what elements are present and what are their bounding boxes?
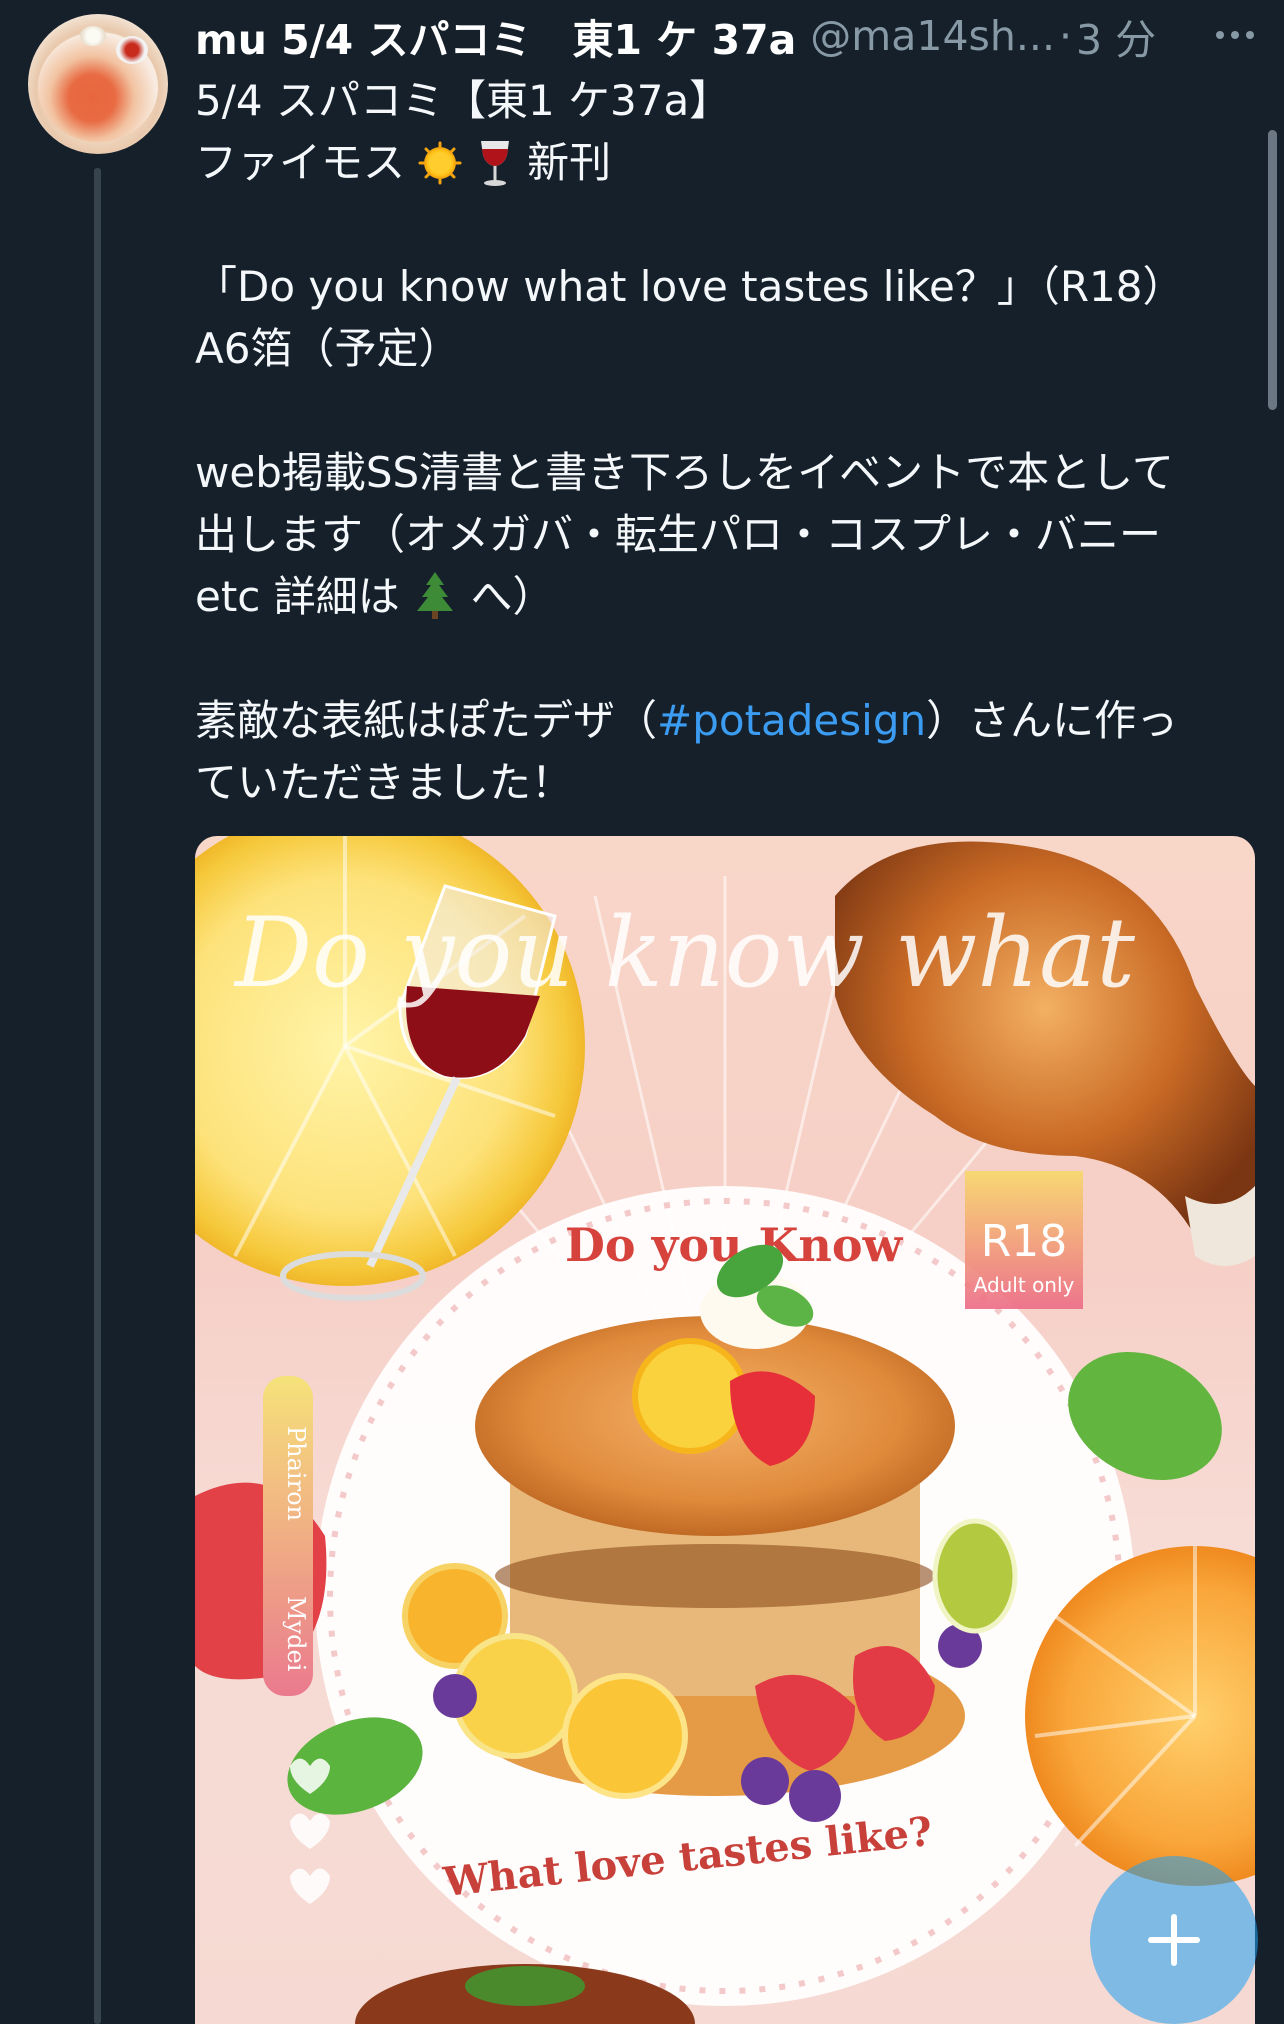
wine-glass-emoji-icon [476, 139, 514, 187]
separator: · [1058, 12, 1073, 60]
ribbon-text-2: Mydei [282, 1596, 310, 1672]
avatar-sauce [116, 36, 148, 64]
text-segment: etc 詳細は [195, 572, 400, 621]
ribbon-text-1: Phairon [282, 1426, 310, 1521]
text-line: 「Do you know what love tastes like？」（R18… [195, 262, 1185, 311]
badge-sub: Adult only [974, 1273, 1075, 1297]
media-image[interactable]: Do you know what Do you Know R18 Adult o… [195, 836, 1255, 2024]
evergreen-tree-emoji-icon [413, 571, 457, 621]
avatar-cream [80, 26, 106, 46]
text-segment: ）さんに作っ [926, 696, 1179, 745]
cover-script-title: Do you know what [233, 897, 1135, 1009]
text-line: ファイモス 新刊 [195, 132, 1255, 194]
text-line: 素敵な表紙はぽたデザ（#potadesign）さんに作っ [195, 690, 1255, 752]
text-segment: へ） [470, 572, 555, 621]
tweet-header: mu 5/4 スパコミ 東1 ケ 37a @ma14sh... · 3 分 [195, 6, 1275, 66]
user-avatar[interactable] [28, 14, 168, 154]
sun-emoji-icon [418, 141, 463, 185]
text-line: ていただきました！ [195, 758, 574, 807]
text-segment: ファイモス [195, 138, 406, 187]
display-name[interactable]: mu 5/4 スパコミ 東1 ケ 37a [195, 6, 796, 66]
timestamp[interactable]: 3 分 [1076, 6, 1156, 66]
cover-illustration: Do you know what Do you Know R18 Adult o… [195, 836, 1255, 2024]
thread-line [94, 168, 101, 2024]
text-line: 出します（オメガバ・転生パロ・コスプレ・バニー [195, 510, 1162, 559]
hashtag-link[interactable]: #potadesign [657, 696, 926, 745]
tweet-text: 5/4 スパコミ【東1 ケ37a】 ファイモス 新刊 「Do you know … [195, 70, 1255, 814]
compose-button[interactable] [1090, 1856, 1258, 2024]
plus-icon-vertical [1171, 1914, 1177, 1966]
tweet[interactable]: mu 5/4 スパコミ 東1 ケ 37a @ma14sh... · 3 分 5/… [0, 0, 1284, 2024]
text-line: etc 詳細は へ） [195, 566, 1255, 628]
text-segment: 素敵な表紙はぽたデザ（ [195, 696, 658, 745]
more-dots-icon[interactable] [1205, 10, 1265, 60]
text-segment: 新刊 [527, 138, 612, 187]
scrollbar[interactable] [1268, 130, 1277, 410]
text-line: web掲載SS清書と書き下ろしをイベントで本として [195, 448, 1174, 497]
text-line: A6箔（予定） [195, 324, 461, 373]
text-line: 5/4 スパコミ【東1 ケ37a】 [195, 76, 732, 125]
user-handle[interactable]: @ma14sh... [810, 12, 1055, 60]
badge-title: R18 [981, 1216, 1068, 1267]
